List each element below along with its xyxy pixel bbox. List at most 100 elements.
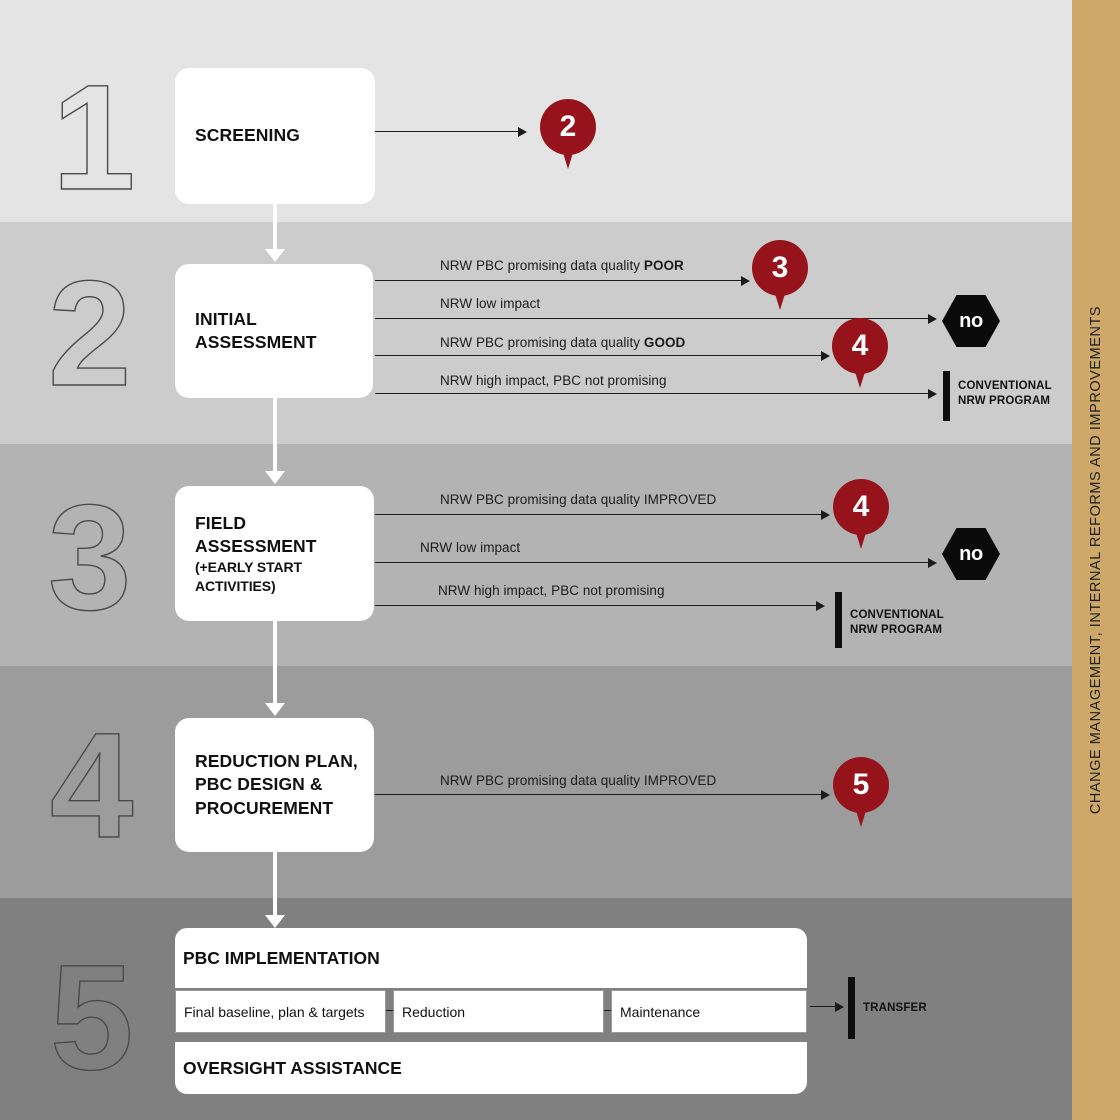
pin-circle: 3	[752, 240, 808, 296]
process-box-reduction-plan[interactable]: REDUCTION PLAN, PBC DESIGN & PROCUREMENT	[175, 718, 374, 852]
connector-arrow-2-to-3	[265, 398, 285, 484]
arrow-shaft	[375, 514, 821, 516]
pin-marker-5: 5	[833, 757, 889, 829]
line-1: INITIAL	[195, 308, 257, 329]
arrow-branch-2-4	[375, 389, 937, 399]
pin-number: 3	[771, 251, 789, 284]
connector-head	[265, 249, 285, 262]
step-numeral-1: 1	[51, 53, 136, 221]
arrow-to-transfer	[810, 1002, 844, 1012]
terminator-label-phase2: CONVENTIONAL NRW PROGRAM	[958, 380, 1052, 407]
line-1: REDUCTION PLAN,	[195, 751, 358, 772]
connector-shaft	[273, 621, 277, 703]
pbc-stage-final-baseline[interactable]: Final baseline, plan & targets	[175, 990, 386, 1033]
arrow-shaft	[375, 131, 518, 133]
pin-circle: 5	[833, 757, 889, 813]
process-box-pbc-implementation[interactable]: PBC IMPLEMENTATION	[175, 928, 807, 988]
arrow-branch-3-3	[375, 601, 825, 611]
arrow-branch-2-3	[375, 351, 830, 361]
phase-band-2	[0, 222, 1072, 444]
terminator-label-transfer: TRANSFER	[863, 1002, 927, 1014]
arrow-shaft	[375, 794, 821, 796]
branch-label-2-1: NRW PBC promising data quality POOR	[440, 258, 684, 273]
arrow-shaft	[375, 393, 928, 395]
connector-shaft	[273, 204, 277, 249]
connector-arrow-1-to-2	[265, 204, 285, 262]
connector-shaft	[273, 398, 277, 471]
pin-circle: 4	[833, 479, 889, 535]
connector-arrow-3-to-4	[265, 621, 285, 716]
process-box-field-assessment-label: FIELD ASSESSMENT (+EARLY START ACTIVITIE…	[187, 512, 362, 596]
branch-label-3-2: NRW low impact	[420, 540, 521, 555]
connector-head	[265, 471, 285, 484]
process-box-pbc-implementation-label: PBC IMPLEMENTATION	[183, 947, 380, 968]
branch-label-2-3: NRW PBC promising data quality GOOD	[440, 335, 686, 350]
process-box-oversight-assistance[interactable]: OVERSIGHT ASSISTANCE	[175, 1042, 807, 1094]
process-box-screening[interactable]: SCREENING	[175, 68, 375, 204]
pin-marker-3: 3	[752, 240, 808, 312]
arrow-head	[821, 351, 830, 361]
arrow-head	[821, 790, 830, 800]
pbc-stage-row: Final baseline, plan & targets Reduction…	[175, 990, 807, 1033]
line-3: PROCUREMENT	[195, 797, 334, 818]
process-box-oversight-assistance-label: OVERSIGHT ASSISTANCE	[183, 1057, 402, 1078]
connector-head	[265, 703, 285, 716]
line-2: ASSESSMENT	[195, 332, 317, 352]
hexagon-no-label: no	[959, 310, 983, 332]
process-box-field-assessment[interactable]: FIELD ASSESSMENT (+EARLY START ACTIVITIE…	[175, 486, 374, 621]
line-3: (+EARLY START ACTIVITIES)	[195, 559, 302, 594]
arrow-shaft	[375, 355, 821, 357]
terminator-bar-phase2	[943, 371, 950, 421]
line-2: ASSESSMENT	[195, 535, 317, 556]
arrow-shaft	[375, 280, 741, 282]
diagram-canvas: CHANGE MANAGEMENT, INTERNAL REFORMS AND …	[0, 0, 1120, 1120]
arrow-head	[928, 314, 937, 324]
arrow-head	[835, 1002, 844, 1012]
arrow-screening-to-pin2	[375, 127, 527, 137]
line-1: FIELD	[195, 512, 247, 533]
process-box-initial-assessment-label: INITIAL ASSESSMENT	[187, 308, 317, 355]
pbc-stage-maintenance[interactable]: Maintenance	[611, 990, 807, 1033]
stage-connector-dash-2	[604, 1010, 611, 1012]
hexagon-no-label: no	[959, 543, 983, 565]
arrow-head	[928, 389, 937, 399]
arrow-branch-3-2	[375, 558, 937, 568]
pbc-stage-reduction[interactable]: Reduction	[393, 990, 604, 1033]
step-numeral-4: 4	[49, 701, 134, 869]
arrow-head	[821, 510, 830, 520]
connector-head	[265, 915, 285, 928]
terminator-label-phase3: CONVENTIONAL NRW PROGRAM	[850, 609, 944, 636]
branch-label-3-3: NRW high impact, PBC not promising	[438, 583, 665, 598]
pin-marker-4-phase2: 4	[832, 318, 888, 390]
pin-circle: 2	[540, 99, 596, 155]
terminator-bar-transfer	[848, 977, 855, 1039]
pin-number: 2	[559, 110, 577, 143]
branch-label-2-4: NRW high impact, PBC not promising	[440, 373, 667, 388]
branch-label-2-2: NRW low impact	[440, 296, 541, 311]
arrow-shaft	[375, 562, 928, 564]
stage-connector-dash-1	[386, 1010, 393, 1012]
process-box-initial-assessment[interactable]: INITIAL ASSESSMENT	[175, 264, 373, 398]
arrow-shaft	[810, 1006, 835, 1008]
pin-number: 4	[852, 490, 870, 523]
connector-shaft	[273, 852, 277, 915]
arrow-head	[928, 558, 937, 568]
side-strip-label: CHANGE MANAGEMENT, INTERNAL REFORMS AND …	[1088, 305, 1104, 815]
line-2: PBC DESIGN &	[195, 774, 323, 795]
arrow-branch-4-1	[375, 790, 830, 800]
pin-number: 5	[852, 768, 870, 801]
branch-label-4-1: NRW PBC promising data quality IMPROVED	[440, 773, 717, 788]
pin-number: 4	[851, 329, 869, 362]
arrow-head	[816, 601, 825, 611]
pin-marker-4-phase3: 4	[833, 479, 889, 551]
pin-marker-2: 2	[540, 99, 596, 171]
arrow-head	[518, 127, 527, 137]
arrow-branch-3-1	[375, 510, 830, 520]
step-numeral-3: 3	[47, 473, 132, 641]
process-box-reduction-plan-label: REDUCTION PLAN, PBC DESIGN & PROCUREMENT	[187, 750, 358, 820]
arrow-shaft	[375, 605, 816, 607]
arrow-head	[741, 276, 750, 286]
side-strip: CHANGE MANAGEMENT, INTERNAL REFORMS AND …	[1072, 0, 1120, 1120]
process-box-screening-label: SCREENING	[195, 125, 300, 146]
phase-band-1	[0, 0, 1072, 222]
